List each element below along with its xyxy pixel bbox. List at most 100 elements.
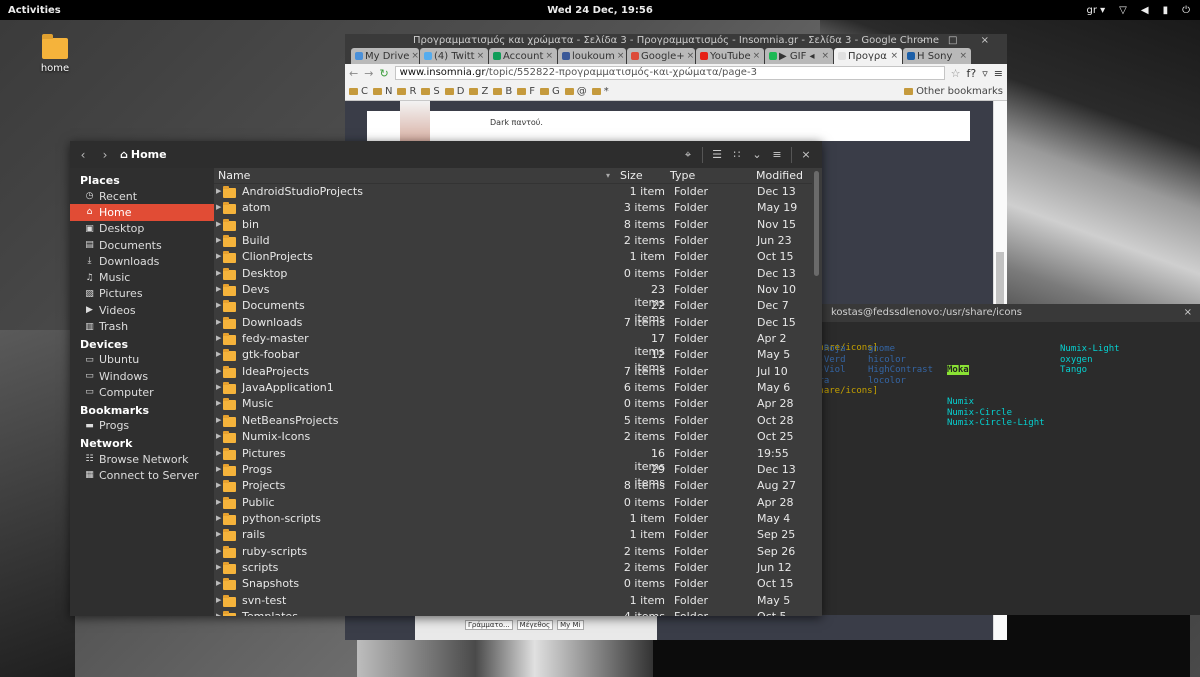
table-row[interactable]: ▶ AndroidStudioProjects 1 item Folder Dec 13 <box>214 184 814 200</box>
sidebar-item-downloads[interactable]: ⤓ Downloads <box>70 253 214 269</box>
window-controls[interactable]: – □ × <box>920 34 999 48</box>
table-row[interactable]: ▶ bin 8 items Folder Nov 15 <box>214 217 814 233</box>
column-name[interactable]: Name <box>218 169 250 182</box>
close-icon[interactable]: × <box>1184 304 1192 322</box>
menu-icon[interactable]: ≡ <box>994 67 1003 80</box>
bookmark-item[interactable]: G <box>539 86 560 97</box>
close-icon[interactable]: × <box>796 148 816 161</box>
files-headerbar[interactable]: ‹ › ⌂ Home ⌖ ☰ ∷ ⌄ ≡ × <box>70 141 822 168</box>
expand-arrow-icon[interactable]: ▶ <box>216 399 221 407</box>
table-row[interactable]: ▶ Public 0 items Folder Apr 28 <box>214 495 814 511</box>
bookmark-item[interactable]: Z <box>469 86 488 97</box>
expand-arrow-icon[interactable]: ▶ <box>216 596 221 604</box>
expand-arrow-icon[interactable]: ▶ <box>216 530 221 538</box>
sidebar-item-windows[interactable]: ▭ Windows <box>70 368 214 384</box>
bookmark-item[interactable]: * <box>591 86 609 97</box>
table-row[interactable]: ▶ rails 1 item Folder Sep 25 <box>214 527 814 543</box>
bookmark-item[interactable]: @ <box>564 86 587 97</box>
table-row[interactable]: ▶ Devs 23 items Folder Nov 10 <box>214 282 814 309</box>
expand-arrow-icon[interactable]: ▶ <box>216 383 221 391</box>
close-icon[interactable]: × <box>545 51 553 61</box>
expand-arrow-icon[interactable]: ▶ <box>216 498 221 506</box>
expand-arrow-icon[interactable]: ▶ <box>216 465 221 473</box>
table-row[interactable]: ▶ JavaApplication1 6 items Folder May 6 <box>214 380 814 396</box>
location-icon[interactable]: ⌖ <box>678 148 698 162</box>
expand-arrow-icon[interactable]: ▶ <box>216 269 221 277</box>
sidebar-item-ubuntu[interactable]: ▭ Ubuntu <box>70 352 214 368</box>
extension-icon[interactable]: f? <box>967 67 977 80</box>
table-row[interactable]: ▶ ruby-scripts 2 items Folder Sep 26 <box>214 544 814 560</box>
forward-icon[interactable]: → <box>364 67 373 80</box>
menu-icon[interactable]: ≡ <box>767 148 787 161</box>
close-icon[interactable]: × <box>890 51 898 61</box>
power-icon[interactable]: ⏻ <box>1182 5 1190 16</box>
clock[interactable]: Wed 24 Dec, 19:56 <box>547 5 653 16</box>
expand-arrow-icon[interactable]: ▶ <box>216 563 221 571</box>
bookmark-item[interactable]: N <box>372 86 392 97</box>
files-scroll-thumb[interactable] <box>814 171 819 276</box>
table-row[interactable]: ▶ atom 3 items Folder May 19 <box>214 200 814 216</box>
sidebar-item-recent[interactable]: ◷ Recent <box>70 188 214 204</box>
table-row[interactable]: ▶ scripts 2 items Folder Jun 12 <box>214 560 814 576</box>
table-row[interactable]: ▶ fedy-master 17 items Folder Apr 2 <box>214 331 814 358</box>
pocket-icon[interactable]: ▿ <box>982 67 988 80</box>
table-row[interactable]: ▶ Numix-Icons 2 items Folder Oct 25 <box>214 429 814 445</box>
bookmark-item[interactable]: C <box>349 86 368 97</box>
sidebar-item-music[interactable]: ♫ Music <box>70 269 214 285</box>
close-icon[interactable]: × <box>477 51 485 61</box>
close-icon[interactable]: × <box>821 51 829 61</box>
sidebar-item-pictures[interactable]: ▧ Pictures <box>70 286 214 302</box>
table-row[interactable]: ▶ Progs 29 items Folder Dec 13 <box>214 462 814 489</box>
back-icon[interactable]: ← <box>349 67 358 80</box>
browser-tab[interactable]: Προγρα × <box>834 48 902 64</box>
reload-icon[interactable]: ↻ <box>379 67 388 80</box>
sidebar-item-connect-to-server[interactable]: ▦ Connect to Server <box>70 467 214 483</box>
keyboard-layout-indicator[interactable]: gr ▾ <box>1086 5 1105 16</box>
battery-icon[interactable]: ▮ <box>1163 5 1169 16</box>
expand-arrow-icon[interactable]: ▶ <box>216 187 221 195</box>
font-select[interactable]: Γράμματο... <box>465 620 513 630</box>
volume-icon[interactable]: ◀ <box>1141 5 1149 16</box>
expand-arrow-icon[interactable]: ▶ <box>216 318 221 326</box>
browser-tab[interactable]: Account × <box>489 48 557 64</box>
bookmark-item[interactable]: S <box>421 86 440 97</box>
sidebar-item-videos[interactable]: ▶ Videos <box>70 302 214 318</box>
table-row[interactable]: ▶ Snapshots 0 items Folder Oct 15 <box>214 576 814 592</box>
expand-arrow-icon[interactable]: ▶ <box>216 612 221 616</box>
expand-arrow-icon[interactable]: ▶ <box>216 252 221 260</box>
expand-arrow-icon[interactable]: ▶ <box>216 449 221 457</box>
table-row[interactable]: ▶ Documents 22 items Folder Dec 7 <box>214 298 814 325</box>
browser-tab[interactable]: H Sony × <box>903 48 971 64</box>
table-row[interactable]: ▶ Music 0 items Folder Apr 28 <box>214 396 814 412</box>
expand-arrow-icon[interactable]: ▶ <box>216 579 221 587</box>
other-bookmarks[interactable]: Other bookmarks <box>904 86 1003 97</box>
bookmark-item[interactable]: D <box>444 86 464 97</box>
column-size[interactable]: Size <box>620 169 643 182</box>
close-icon[interactable]: × <box>753 51 761 61</box>
table-row[interactable]: ▶ python-scripts 1 item Folder May 4 <box>214 511 814 527</box>
bookmark-item[interactable]: F <box>517 86 535 97</box>
activities-button[interactable]: Activities <box>0 5 200 16</box>
sidebar-item-desktop[interactable]: ▣ Desktop <box>70 221 214 237</box>
close-icon[interactable]: × <box>687 51 695 61</box>
chevron-down-icon[interactable]: ⌄ <box>747 148 767 161</box>
sidebar-item-browse-network[interactable]: ☷ Browse Network <box>70 451 214 467</box>
back-icon[interactable]: ‹ <box>72 148 94 162</box>
close-icon[interactable]: × <box>617 51 625 61</box>
browser-tab[interactable]: ▶ GIF ◂ × <box>765 48 833 64</box>
table-row[interactable]: ▶ gtk-foobar 12 items Folder May 5 <box>214 347 814 374</box>
sidebar-item-progs[interactable]: ▬ Progs <box>70 418 214 434</box>
expand-arrow-icon[interactable]: ▶ <box>216 285 221 293</box>
chrome-titlebar[interactable]: Προγραμματισμός και χρώματα - Σελίδα 3 -… <box>345 34 1007 48</box>
wifi-icon[interactable]: ▽ <box>1119 5 1127 16</box>
list-view-icon[interactable]: ☰ <box>707 148 727 161</box>
expand-arrow-icon[interactable]: ▶ <box>216 236 221 244</box>
grid-view-icon[interactable]: ∷ <box>727 148 747 161</box>
browser-tab[interactable]: Google+ × <box>627 48 695 64</box>
expand-arrow-icon[interactable]: ▶ <box>216 203 221 211</box>
table-row[interactable]: ▶ Pictures 16 items Folder 19:55 <box>214 446 814 473</box>
table-row[interactable]: ▶ Build 2 items Folder Jun 23 <box>214 233 814 249</box>
expand-arrow-icon[interactable]: ▶ <box>216 334 221 342</box>
desktop-home-icon[interactable]: home <box>30 34 80 74</box>
table-row[interactable]: ▶ IdeaProjects 7 items Folder Jul 10 <box>214 364 814 380</box>
